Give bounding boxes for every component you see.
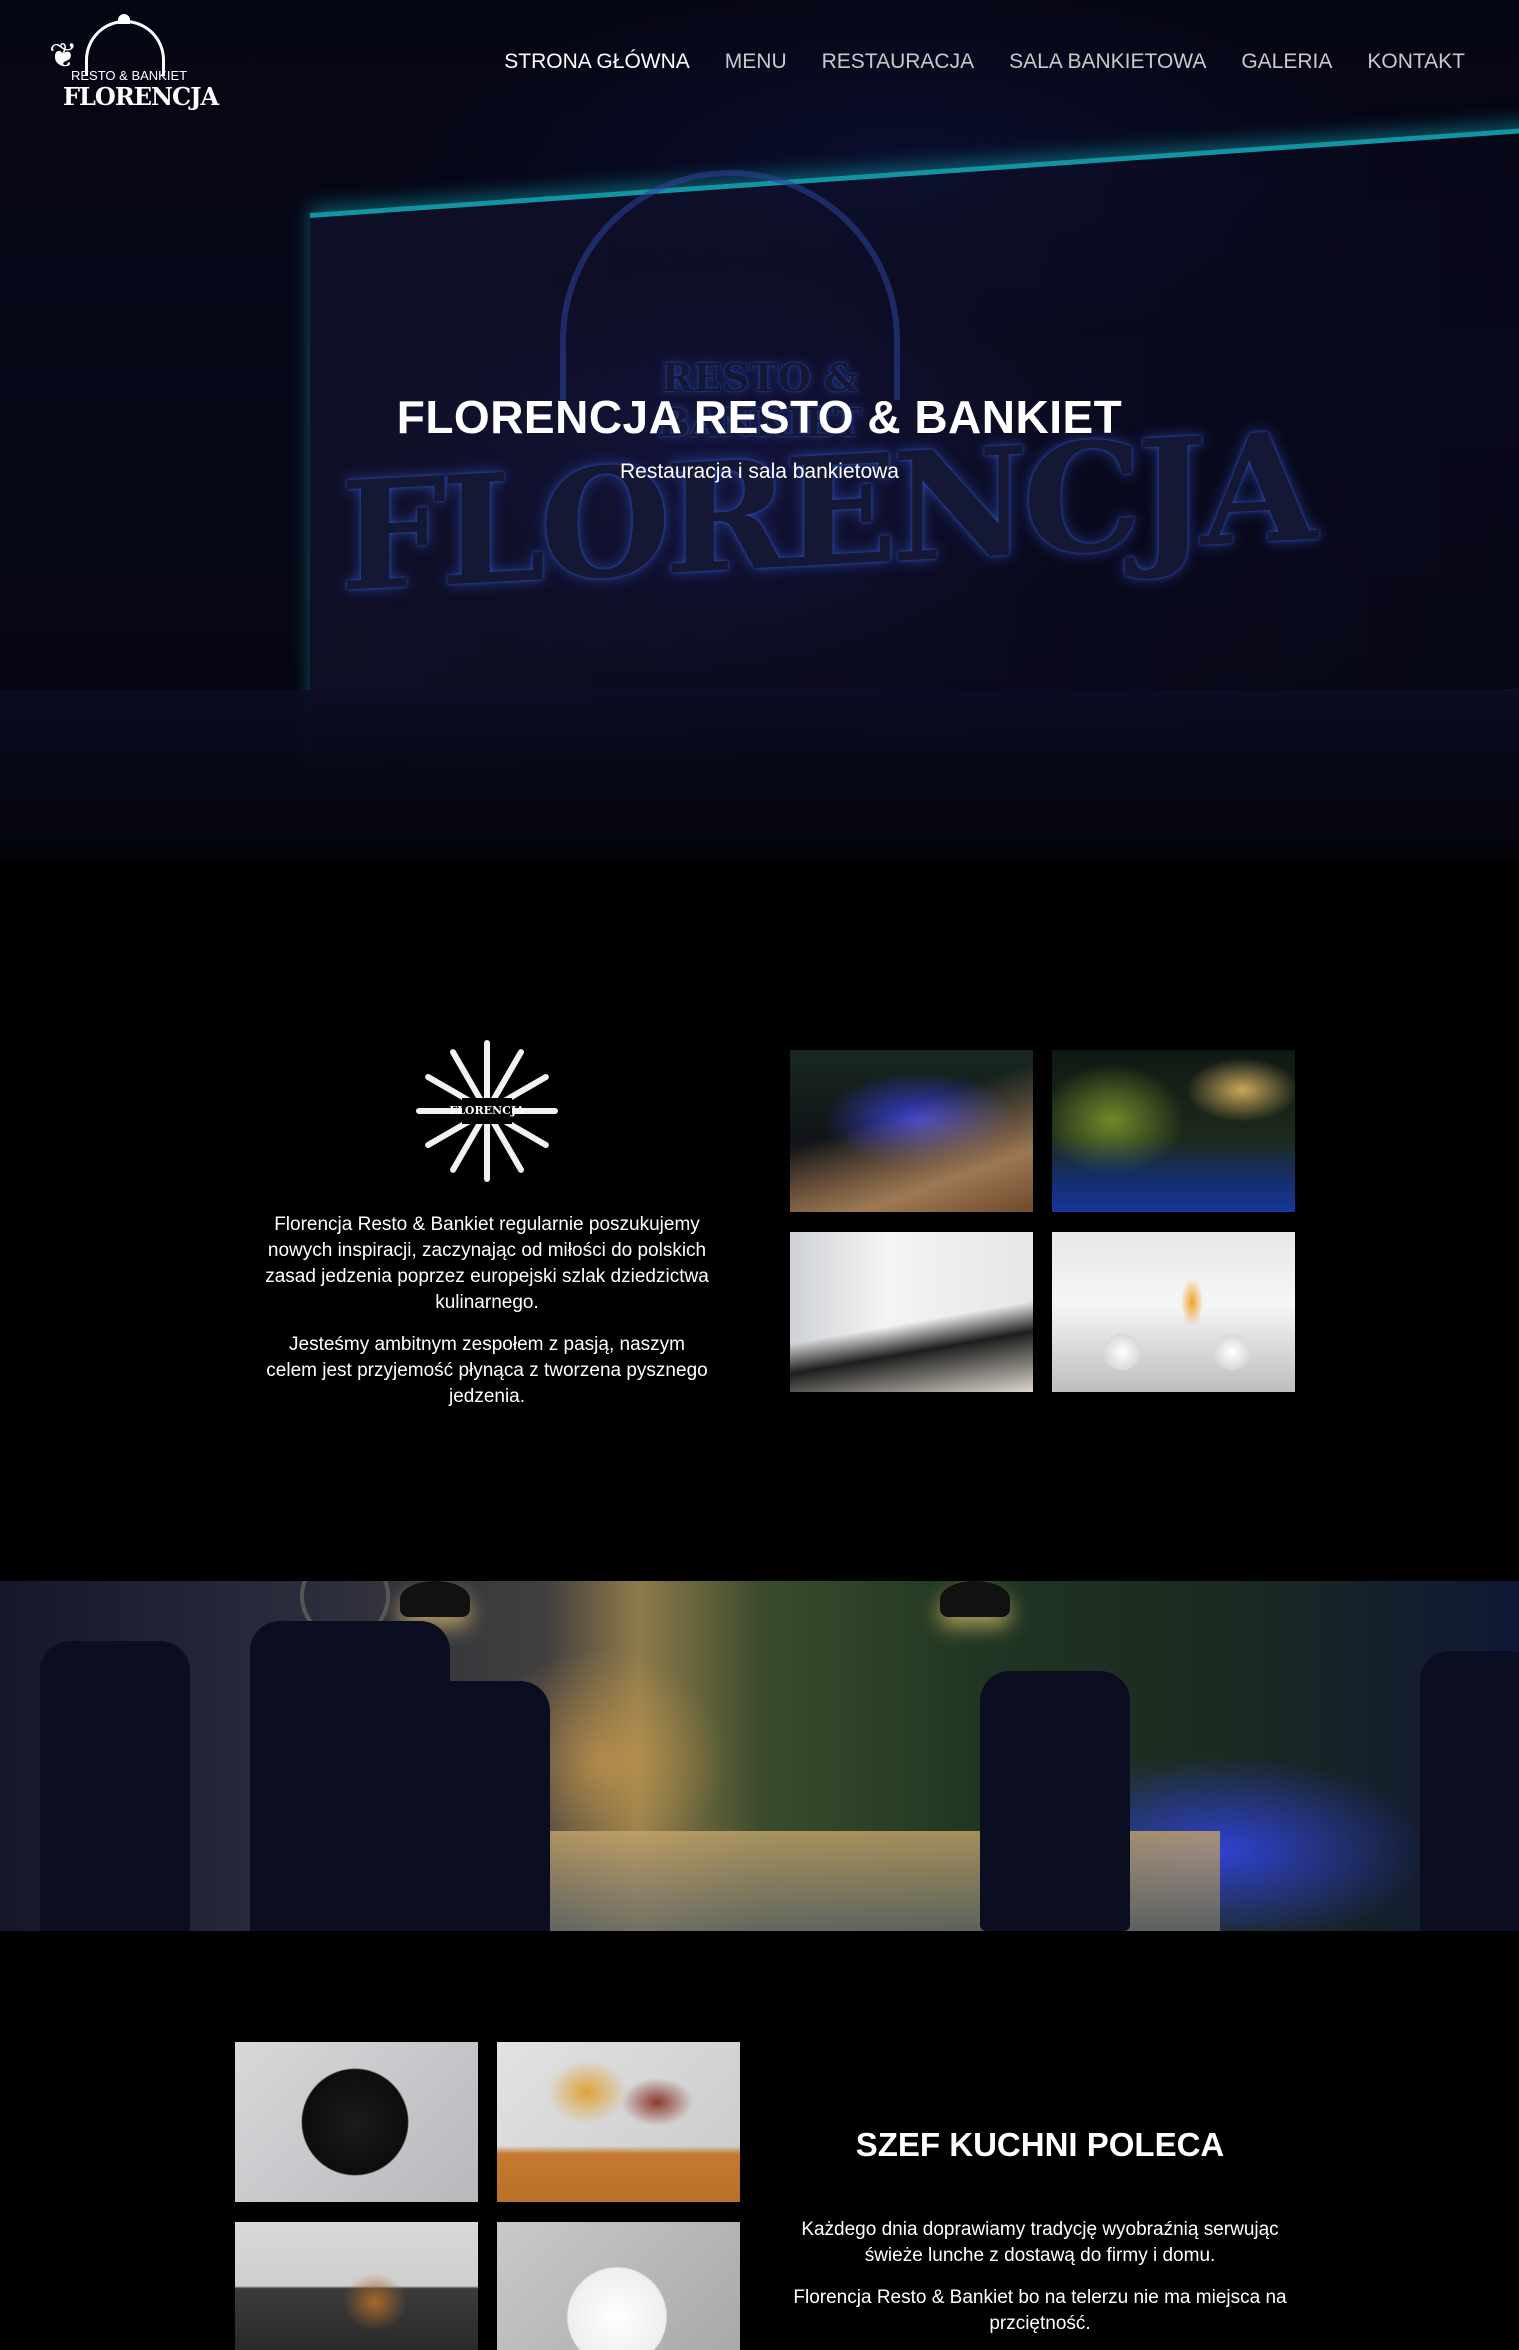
dish-photo-appetizer[interactable] (235, 2042, 478, 2202)
nav-link-strona-glowna[interactable]: STRONA GŁÓWNA (504, 50, 690, 74)
chair-silhouette (1420, 1651, 1519, 1931)
cutlery-emblem-icon: FLORENCJA (416, 1036, 558, 1186)
hero-section: RESTO & BANKIET FLORENCJA ❦ RESTO & BANK… (0, 0, 1519, 862)
gallery-photo-bar[interactable] (790, 1050, 1033, 1212)
chair-silhouette (420, 1681, 550, 1931)
pendant-lamp (400, 1581, 470, 1617)
nav-link-sala-bankietowa[interactable]: SALA BANKIETOWA (1009, 50, 1206, 74)
gallery-photo-table-setting[interactable] (1052, 1232, 1295, 1392)
chef-title: SZEF KUCHNI POLECA (855, 2126, 1225, 2163)
chef-text: Każdego dnia doprawiamy tradycję wyobraź… (790, 2217, 1290, 2337)
nav-link-galeria[interactable]: GALERIA (1241, 50, 1332, 74)
chair-silhouette (40, 1641, 190, 1931)
logo-tagline: RESTO & BANKIET (71, 68, 188, 83)
about-paragraph-1: Florencja Resto & Bankiet regularnie pos… (265, 1214, 709, 1313)
emblem-text: FLORENCJA (449, 1104, 525, 1117)
hero-title: FLORENCJA RESTO & BANKIET (396, 391, 1123, 443)
chef-paragraph-2: Florencja Resto & Bankiet bo na telerzu … (793, 2287, 1287, 2334)
dish-photo-salad[interactable] (497, 2222, 740, 2350)
hero-subtitle: Restauracja i sala bankietowa (620, 460, 899, 483)
about-paragraph-2: Jesteśmy ambitnym zespołem z pasją, nasz… (266, 1334, 708, 1407)
logo-wordmark: FLORENCJA (63, 82, 219, 111)
main-navigation: STRONA GŁÓWNA MENU RESTAURACJA SALA BANK… (504, 50, 1465, 74)
gallery-photo-dining-plants[interactable] (1052, 1050, 1295, 1212)
pendant-lamp (940, 1581, 1010, 1617)
nav-link-kontakt[interactable]: KONTAKT (1367, 50, 1465, 74)
about-text: Florencja Resto & Bankiet regularnie pos… (262, 1212, 712, 1410)
dish-photo-burger[interactable] (235, 2222, 478, 2350)
chef-paragraph-1: Każdego dnia doprawiamy tradycję wyobraź… (801, 2219, 1279, 2266)
interior-banner-image (0, 1581, 1519, 1931)
site-logo[interactable]: ❦ RESTO & BANKIET FLORENCJA (45, 14, 219, 118)
dish-photo-steak-board[interactable] (497, 2042, 740, 2202)
nav-link-restauracja[interactable]: RESTAURACJA (822, 50, 974, 74)
chair-silhouette (980, 1671, 1130, 1931)
gallery-photo-banquet-hall[interactable] (790, 1232, 1033, 1392)
nav-link-menu[interactable]: MENU (725, 50, 787, 74)
